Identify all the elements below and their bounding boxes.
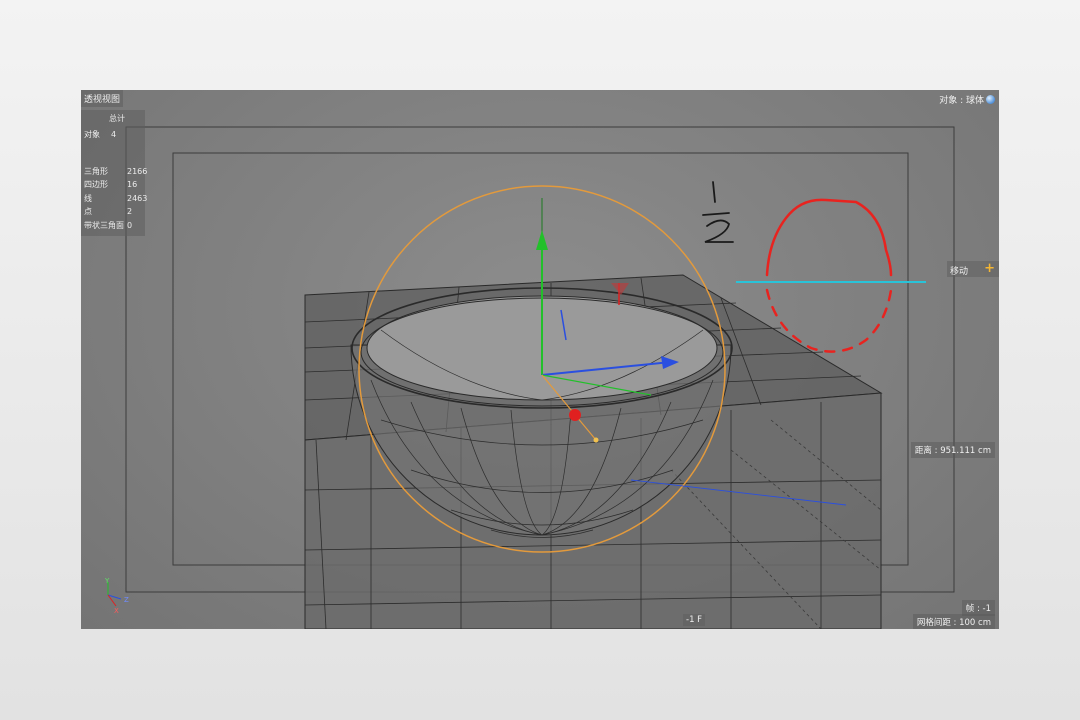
stat-value: 2 [127,207,133,216]
stat-value: 2166 [127,167,148,176]
stat-objects: 对象 4 [84,130,144,142]
stat-value: 2463 [127,194,148,203]
fraction-sketch [702,181,734,243]
stat-quads: 四边形 16 [84,180,144,192]
stat-value: 16 [127,180,138,189]
move-tool-button[interactable]: 移动 + [947,261,999,277]
perspective-viewport[interactable]: 1 2 Y Z X 透视视图 总计 对象 4 三角形 2166 四边形 16 线… [81,90,999,629]
axis-label-x: X [114,607,119,615]
world-axis-indicator [107,582,122,607]
stat-value: 4 [111,130,117,139]
stat-label: 线 [84,194,92,203]
stat-label: 三角形 [84,167,108,176]
stat-triangles: 三角形 2166 [84,167,148,179]
stat-label: 四边形 [84,180,108,189]
stat-lines: 线 2463 [84,194,148,206]
stat-label: 带状三角面 [84,221,124,230]
move-tool-label: 移动 [950,267,969,277]
sphere-icon [986,95,995,104]
frame-counter: -1 F [683,614,706,626]
axis-label-y: Y [105,577,110,585]
distance-readout: 距离 : 951.111 cm [910,442,995,458]
active-object-indicator[interactable]: 对象 : 球体 [939,93,995,106]
grid-spacing-readout: 网格间距 : 100 cm [912,614,995,629]
stat-points: 点 2 [84,207,144,219]
red-arc-sketch [765,198,893,277]
stat-label: 点 [84,207,92,216]
plus-icon: + [984,261,995,276]
stat-strip-triangles: 带状三角面 0 [84,221,144,233]
active-object-label: 对象 : 球体 [939,96,984,106]
axis-label-z: Z [124,596,129,604]
stats-header: 总计 [109,114,125,123]
stat-value: 0 [127,221,133,230]
stats-panel: 总计 对象 4 三角形 2166 四边形 16 线 2463 点 2 带状三角面… [81,110,148,236]
viewport-title[interactable]: 透视视图 [81,90,124,107]
stat-label: 对象 [84,130,100,139]
scene-canvas[interactable] [81,90,999,629]
